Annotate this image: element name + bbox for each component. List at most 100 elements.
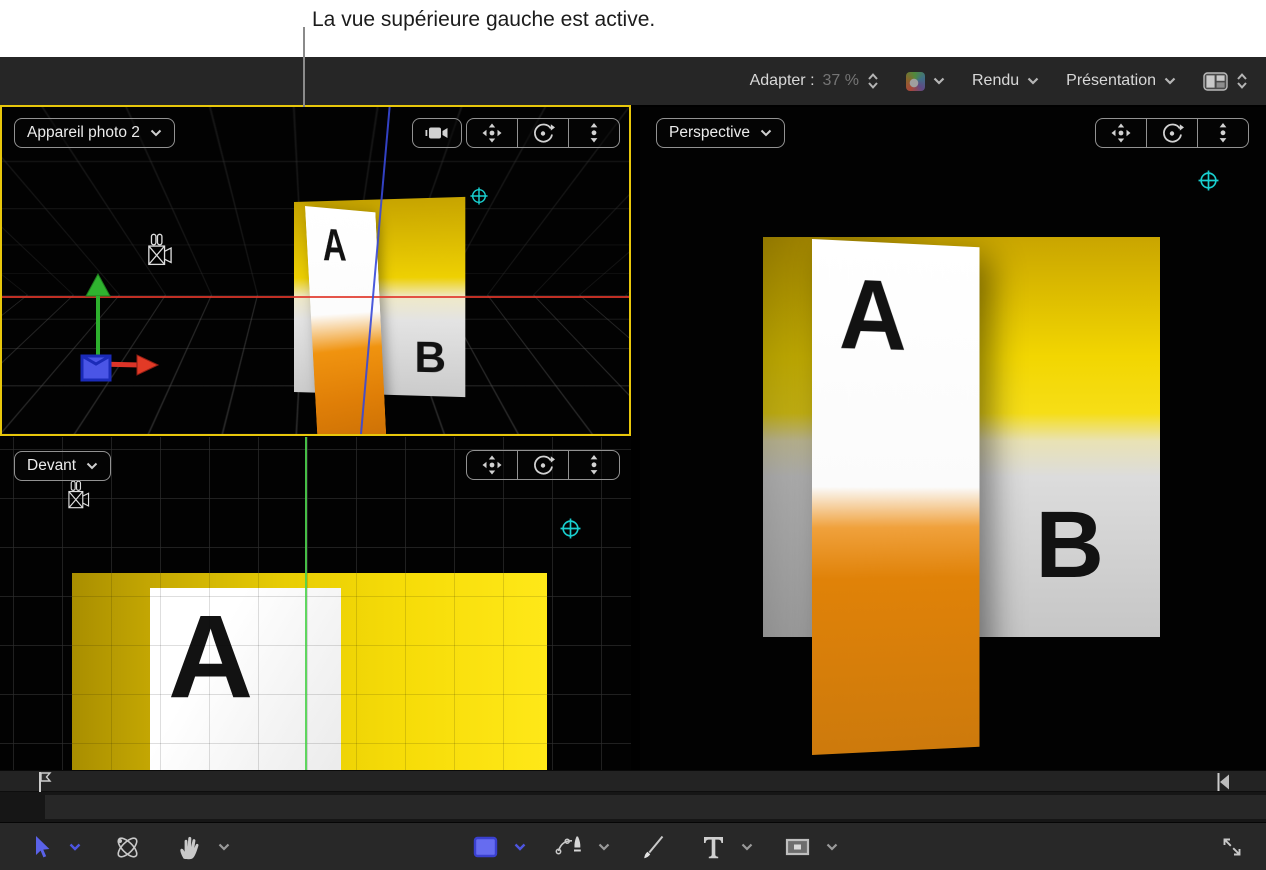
motion-window: La vue supérieure gauche est active. Ada… [0, 0, 1266, 870]
crosshair-icon [560, 518, 581, 539]
pan-view-icon [480, 453, 504, 477]
expand-diagonal-icon [1220, 835, 1244, 859]
dolly-view-button[interactable] [568, 119, 619, 147]
orbit-view-button[interactable] [517, 119, 568, 147]
dolly-view-icon [1211, 121, 1235, 145]
orbit-view-icon [531, 121, 555, 145]
viewport-bottom-left-scene: A [0, 437, 631, 770]
text-tool-chevron[interactable] [741, 843, 753, 851]
multi-pane-layout-icon [1203, 72, 1228, 91]
pan-view-button[interactable] [1096, 119, 1146, 147]
chevron-down-icon [218, 843, 230, 851]
y-axis-line [305, 437, 307, 770]
arrow-cursor-icon [30, 835, 52, 859]
select-tool-button[interactable] [30, 835, 52, 859]
pan-tool-chevron[interactable] [218, 843, 230, 851]
viewport-right[interactable]: B A Perspective [640, 107, 1266, 770]
dolly-view-icon [582, 121, 606, 145]
bezier-tool-button[interactable] [555, 834, 583, 860]
pan-canvas-tool-button[interactable] [176, 834, 201, 860]
card-b-label: B [1035, 498, 1104, 593]
video-camera-icon [425, 124, 449, 142]
render-menu[interactable]: Rendu [972, 72, 1039, 90]
camera-menu-label: Appareil photo 2 [27, 124, 140, 142]
rectangle-tool-button[interactable] [472, 835, 499, 859]
stepper-icon [867, 72, 879, 90]
orbit-view-icon [1160, 121, 1184, 145]
create-tools-group [472, 823, 838, 870]
pen-bezier-icon [555, 834, 583, 860]
pan-view-icon [1109, 121, 1133, 145]
play-range-in-marker[interactable] [36, 771, 52, 793]
camera-menu-label: Devant [27, 457, 76, 475]
viewport-top-left-scene: B A [2, 107, 629, 434]
card-a-label: A [321, 221, 347, 267]
viewport-right-scene: B A [640, 107, 1266, 770]
wireframe-camera-icon [62, 477, 92, 513]
orbit-view-button[interactable] [517, 451, 568, 479]
select-tool-chevron[interactable] [69, 843, 81, 851]
view-tools-top-left [466, 118, 620, 148]
chevron-down-icon [1027, 77, 1039, 85]
layout-selector[interactable] [1203, 72, 1248, 91]
color-swatch-icon [906, 72, 925, 91]
chevron-down-icon [86, 462, 98, 470]
callout-text: La vue supérieure gauche est active. [312, 8, 655, 32]
orbit-view-icon [531, 453, 555, 477]
zoom-value: 37 % [823, 72, 859, 90]
card-a: A [305, 206, 387, 434]
paint-stroke-tool-button[interactable] [641, 834, 666, 860]
crosshair-icon [470, 187, 488, 205]
play-range-strip [0, 770, 1266, 792]
presentation-menu-label: Présentation [1066, 72, 1156, 90]
text-tool-button[interactable] [701, 834, 726, 860]
view-tools-bottom-left [466, 450, 620, 480]
frame-mask-icon [784, 834, 811, 860]
chevron-down-icon [598, 843, 610, 851]
render-menu-label: Rendu [972, 72, 1019, 90]
chevron-down-icon [741, 843, 753, 851]
presentation-menu[interactable]: Présentation [1066, 72, 1176, 90]
play-range-out-marker[interactable] [1216, 772, 1232, 792]
orbit-view-button[interactable] [1146, 119, 1197, 147]
chevron-down-icon [933, 77, 945, 85]
apply-camera-view-button[interactable] [412, 118, 462, 148]
chevron-down-icon [150, 129, 162, 137]
chevron-down-icon [514, 843, 526, 851]
camera-menu-right[interactable]: Perspective [656, 118, 785, 148]
chevron-down-icon [760, 129, 772, 137]
color-channel-menu[interactable] [906, 72, 945, 91]
transform-3d-tool-button[interactable] [114, 834, 141, 861]
brush-icon [641, 834, 666, 860]
multi-view-canvas: B A Appareil photo 2 [0, 105, 1266, 770]
axis-gizmo [60, 272, 160, 382]
camera-menu-top-left[interactable]: Appareil photo 2 [14, 118, 175, 148]
orbit-3d-icon [114, 834, 141, 861]
mask-tool-button[interactable] [784, 834, 811, 860]
pan-view-button[interactable] [467, 451, 517, 479]
timeline-scrollbar[interactable] [45, 795, 1266, 819]
wireframe-camera-icon [141, 229, 175, 271]
fullscreen-toggle-button[interactable] [1220, 823, 1244, 870]
rectangle-tool-chevron[interactable] [514, 843, 526, 851]
mask-tool-chevron[interactable] [826, 843, 838, 851]
dolly-view-icon [582, 453, 606, 477]
viewport-bottom-left[interactable]: A Devant [0, 437, 631, 770]
dolly-view-button[interactable] [1197, 119, 1248, 147]
canvas-toolbar: Adapter : 37 % Rendu Présentation [0, 57, 1266, 105]
dolly-view-button[interactable] [568, 451, 619, 479]
card-a: A [150, 588, 341, 770]
camera-menu-label: Perspective [669, 124, 750, 142]
timeline-scroll-track [0, 792, 1266, 822]
pan-view-button[interactable] [467, 119, 517, 147]
zoom-label: Adapter : [750, 72, 815, 90]
viewport-top-left-active[interactable]: B A Appareil photo 2 [0, 105, 631, 436]
chevron-down-icon [826, 843, 838, 851]
chevron-down-icon [1164, 77, 1176, 85]
card-a: A [812, 239, 979, 755]
zoom-control[interactable]: Adapter : 37 % [750, 72, 879, 90]
camera-menu-bottom-left[interactable]: Devant [14, 451, 111, 481]
bezier-tool-chevron[interactable] [598, 843, 610, 851]
card-a-label: A [168, 598, 253, 716]
callout-pointer-line [303, 27, 305, 107]
